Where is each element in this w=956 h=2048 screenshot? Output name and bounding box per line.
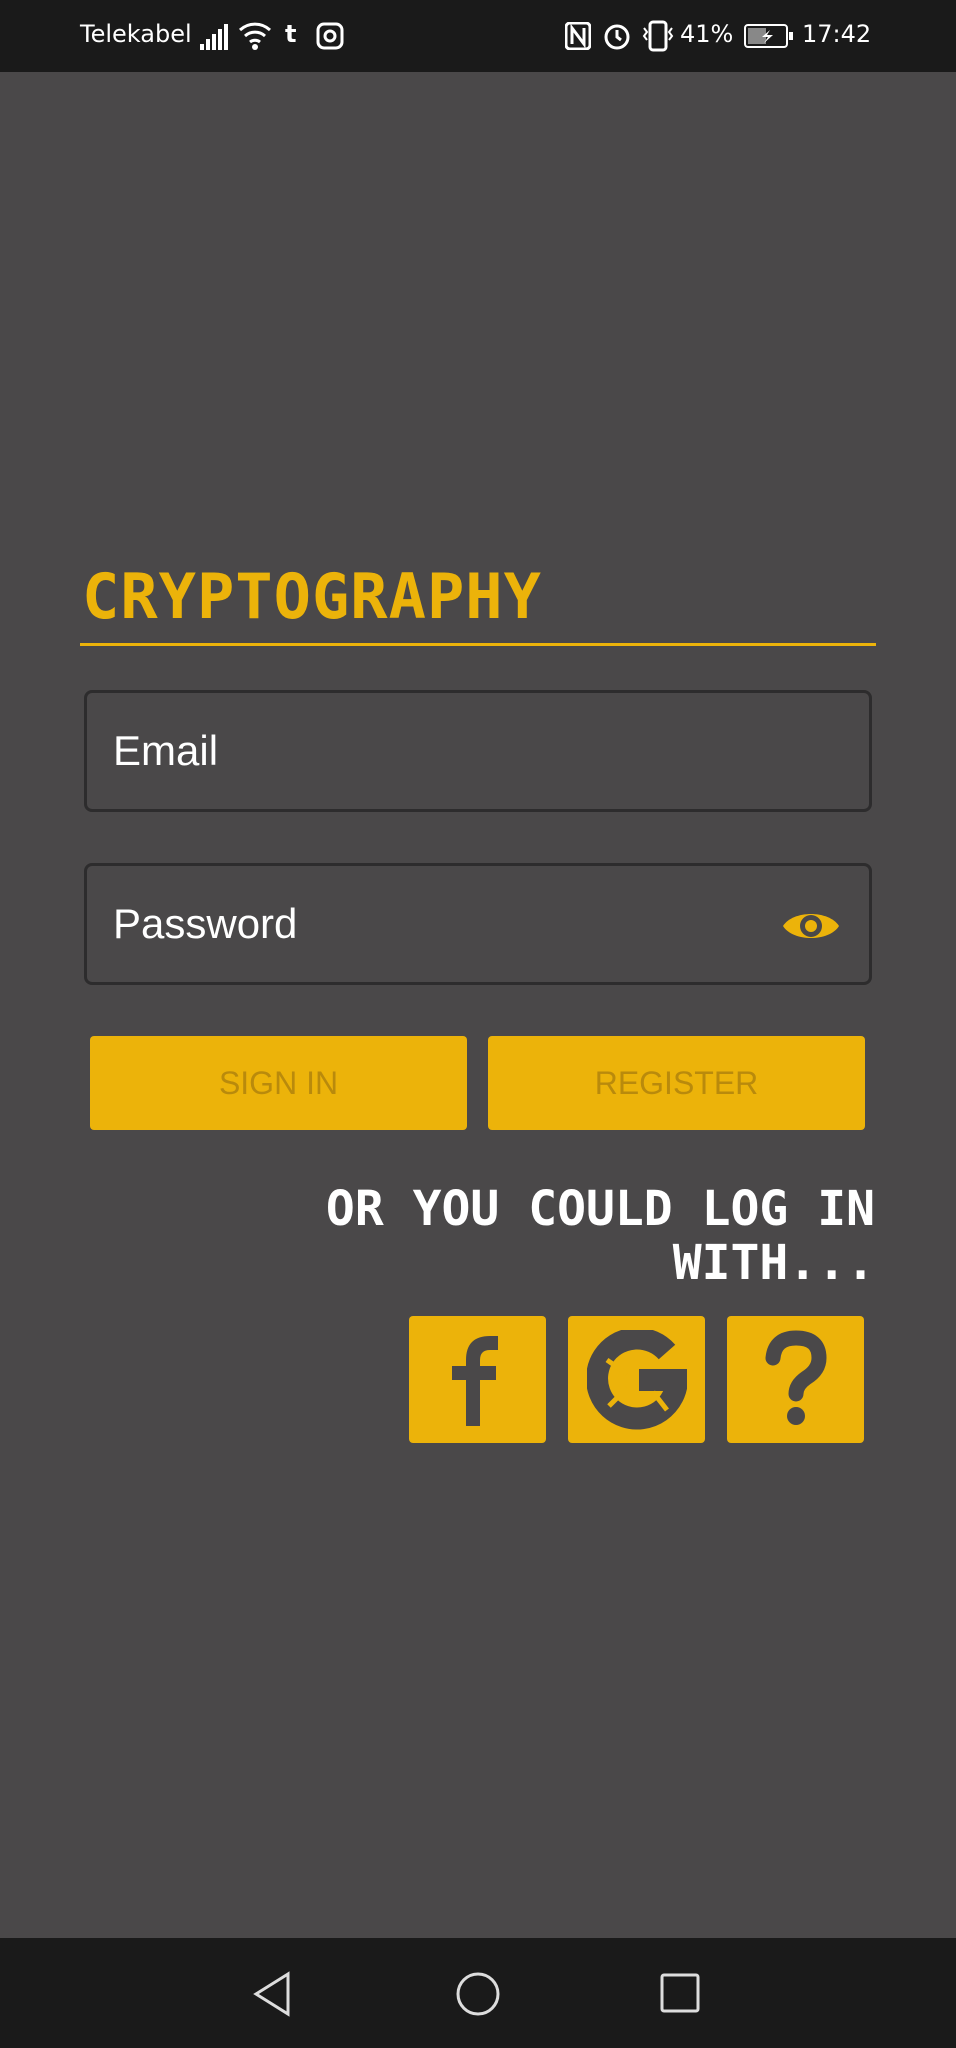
password-field[interactable] [84,863,872,985]
title-divider [80,643,876,646]
google-icon [586,1329,687,1429]
clock: 17:42 [802,20,872,48]
google-login-button[interactable] [568,1316,705,1443]
app-title: CRYPTOGRAPHY [82,560,542,633]
home-button[interactable] [455,1971,501,2021]
battery-charging-icon [744,24,793,48]
navigation-bar [0,1938,956,2048]
status-bar: Telekabel t 41% 17:42 [0,0,956,72]
email-input[interactable] [113,693,793,809]
battery-percent: 41% [680,20,734,48]
facebook-icon [451,1335,498,1426]
help-button[interactable] [727,1316,864,1443]
alarm-icon [604,24,630,50]
back-icon [253,1971,290,2017]
wifi-icon [238,22,272,50]
vibrate-icon [642,20,674,52]
recents-icon [660,1973,700,2013]
register-button[interactable]: REGISTER [488,1036,865,1130]
tumblr-icon: t [285,20,297,48]
social-login-prompt: OR YOU COULD LOG IN WITH... [325,1181,875,1291]
carrier: Telekabel [80,20,192,48]
nfc-icon [565,22,591,50]
instagram-icon [316,22,344,50]
question-icon [765,1329,827,1425]
password-input[interactable] [113,866,793,982]
signal-icon [200,24,228,50]
back-button[interactable] [252,1971,292,2021]
email-field[interactable] [84,690,872,812]
home-icon [456,1972,500,2016]
sign-in-button[interactable]: SIGN IN [90,1036,467,1130]
eye-icon[interactable] [781,904,841,948]
facebook-login-button[interactable] [409,1316,546,1443]
recents-button[interactable] [660,1973,700,2017]
